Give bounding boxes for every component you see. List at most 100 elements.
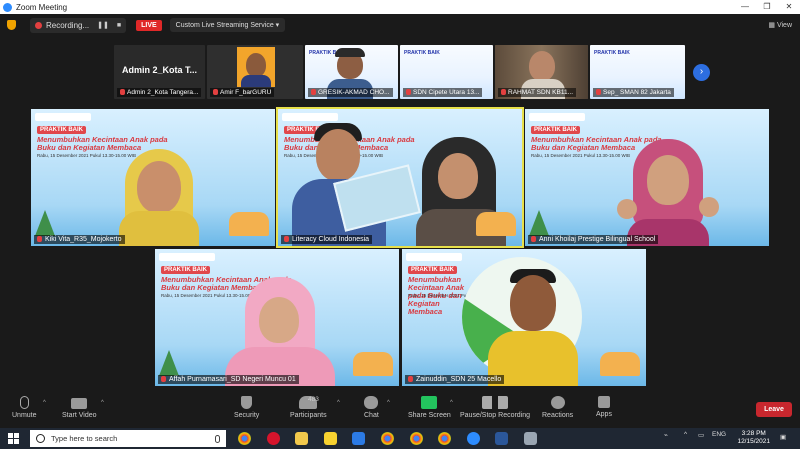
search-placeholder: Type here to search <box>51 434 118 443</box>
share-screen-icon <box>421 396 438 409</box>
meeting-info-shield-icon[interactable] <box>7 20 16 30</box>
voice-search-icon[interactable] <box>215 434 220 443</box>
security-label: Security <box>234 412 260 419</box>
meeting-toolbar: Unmute ^ Start Video ^ Security 483 Part… <box>0 392 800 428</box>
kids-illustration <box>353 352 393 376</box>
view-button[interactable]: ▦ View <box>768 21 792 29</box>
unmute-label: Unmute <box>12 412 37 419</box>
muted-mic-icon <box>311 89 316 96</box>
share-screen-label: Share Screen <box>408 412 451 419</box>
video-options-chevron-icon[interactable]: ^ <box>101 400 104 406</box>
word-icon[interactable] <box>495 432 508 445</box>
muted-mic-icon <box>284 236 289 243</box>
video-tile-literacy-cloud[interactable]: PRAKTIK BAIK Menumbuhkan Kecintaan Anak … <box>276 107 524 248</box>
stop-recording-icon[interactable]: ■ <box>117 22 121 29</box>
kids-illustration <box>229 212 269 236</box>
tray-icons[interactable]: ⌁ <box>664 431 668 439</box>
windows-taskbar: Type here to search ⌁ ^ ▭ ENG 3:28 PM 12… <box>0 428 800 449</box>
chrome-profile-icon[interactable] <box>381 432 394 445</box>
participants-label: Participants <box>290 412 327 419</box>
participant-name: Zainuddin_SDN 25 Macello <box>405 375 505 384</box>
security-button[interactable]: Security <box>234 396 259 419</box>
recording-dot-icon <box>35 21 42 29</box>
audio-options-chevron-icon[interactable]: ^ <box>43 400 46 406</box>
strip-name: Sep_ SMAN 82 Jakarta <box>593 88 674 97</box>
sticky-notes-icon[interactable] <box>324 432 337 445</box>
strip-tile-admin2[interactable]: Admin 2_Kota T... Admin 2_Kota Tangera..… <box>114 45 205 99</box>
smiley-icon <box>550 396 565 409</box>
app-2-icon[interactable] <box>524 432 537 445</box>
recording-label: Recording... <box>46 20 90 30</box>
pause-recording-icon[interactable]: ❚❚ <box>97 21 109 29</box>
strip-tile-amir[interactable]: Amir F_barGURU <box>207 45 303 99</box>
apps-button[interactable]: Apps <box>596 396 612 418</box>
leave-button[interactable]: Leave <box>756 402 792 417</box>
chat-button[interactable]: Chat <box>364 396 379 419</box>
participant-name: Affah Purnamasari_SD Negeri Muncu 01 <box>158 375 299 384</box>
strip-tile-rahmat[interactable]: RAHMAT SDN KB11... <box>495 45 588 99</box>
network-icon[interactable]: ▭ <box>698 431 704 439</box>
pause-stop-recording-button[interactable]: Pause/Stop Recording <box>460 396 530 419</box>
chat-chevron-icon[interactable]: ^ <box>387 400 390 406</box>
muted-mic-icon <box>120 89 125 96</box>
muted-mic-icon <box>37 236 42 243</box>
video-tile-zainuddin[interactable]: PRAKTIK BAIK Menumbuhkan Kecintaan Anak … <box>402 249 646 386</box>
participant-name: Kiki Vita_R35_Mojokerto <box>34 235 125 244</box>
view-label: View <box>776 22 792 29</box>
taskbar-search-input[interactable]: Type here to search <box>30 430 226 447</box>
reactions-label: Reactions <box>542 412 574 419</box>
participant-video <box>225 277 335 386</box>
video-tile-anni[interactable]: PRAKTIK BAIK Menumbuhkan Kecintaan Anak … <box>525 109 769 246</box>
strip-name: GRESIK-AKMAD CHO... <box>308 88 393 97</box>
sponsor-logos <box>159 253 215 261</box>
taskbar-clock[interactable]: 3:28 PM 12/15/2021 <box>737 430 770 446</box>
window-controls: — ❐ ✕ <box>734 0 800 14</box>
participant-video <box>617 139 719 246</box>
strip-name: RAHMAT SDN KB11... <box>498 88 577 97</box>
restore-icon[interactable]: ❐ <box>756 0 778 14</box>
close-icon[interactable]: ✕ <box>778 0 800 14</box>
start-video-button[interactable]: Start Video <box>62 396 97 419</box>
strip-name: SDN Cipete Utara 13... <box>403 88 483 97</box>
chat-label: Chat <box>364 412 379 419</box>
zoom-taskbar-icon[interactable] <box>467 432 480 445</box>
video-tile-affah[interactable]: PRAKTIK BAIK Menumbuhkan Kecintaan Anak … <box>155 249 399 386</box>
clock-date: 12/15/2021 <box>737 438 770 445</box>
muted-mic-icon <box>408 376 413 383</box>
opera-icon[interactable] <box>267 432 280 445</box>
window-title: Zoom Meeting <box>16 2 68 12</box>
next-page-icon[interactable]: › <box>693 64 710 81</box>
unmute-button[interactable]: Unmute <box>12 396 37 419</box>
strip-tile-sdn-cipete[interactable]: PRAKTIK BAIK SDN Cipete Utara 13... <box>400 45 493 99</box>
lang-indicator[interactable]: ENG <box>712 431 726 438</box>
reactions-button[interactable]: Reactions <box>542 396 573 419</box>
chrome-profile-3-icon[interactable] <box>438 432 451 445</box>
zoom-logo-icon <box>3 2 12 12</box>
minimize-icon[interactable]: — <box>734 0 756 14</box>
windows-start-icon[interactable] <box>8 433 19 444</box>
app-icon[interactable] <box>352 432 365 445</box>
muted-mic-icon <box>161 376 166 383</box>
chrome-icon[interactable] <box>238 432 251 445</box>
tree-decoration <box>529 210 549 236</box>
pause-recording-label: Pause/Stop Recording <box>460 412 531 419</box>
security-shield-icon <box>241 396 253 409</box>
tray-chevron-icon[interactable]: ^ <box>684 431 687 438</box>
participants-count: 483 <box>308 396 319 403</box>
file-explorer-icon[interactable] <box>295 432 308 445</box>
notifications-icon[interactable]: ▣ <box>780 433 786 441</box>
sponsor-logos <box>282 113 338 121</box>
participants-chevron-icon[interactable]: ^ <box>337 400 340 406</box>
strip-big-name: Admin 2_Kota T... <box>122 65 198 75</box>
share-chevron-icon[interactable]: ^ <box>450 400 453 406</box>
strip-tile-sman82[interactable]: PRAKTIK BAIK Sep_ SMAN 82 Jakarta <box>590 45 685 99</box>
share-screen-button[interactable]: Share Screen <box>408 396 451 419</box>
video-tile-kiki[interactable]: PRAKTIK BAIK Menumbuhkan Kecintaan Anak … <box>31 109 275 246</box>
chrome-profile-2-icon[interactable] <box>410 432 423 445</box>
strip-tile-gresik[interactable]: PRAKTIK BAIK GRESIK-AKMAD CHO... <box>305 45 398 99</box>
participants-button[interactable]: 483 Participants <box>290 396 327 419</box>
live-badge: LIVE <box>136 19 162 31</box>
streaming-service-dropdown[interactable]: Custom Live Streaming Service ▾ <box>169 18 286 32</box>
kids-illustration <box>600 352 640 376</box>
start-video-label: Start Video <box>62 412 97 419</box>
